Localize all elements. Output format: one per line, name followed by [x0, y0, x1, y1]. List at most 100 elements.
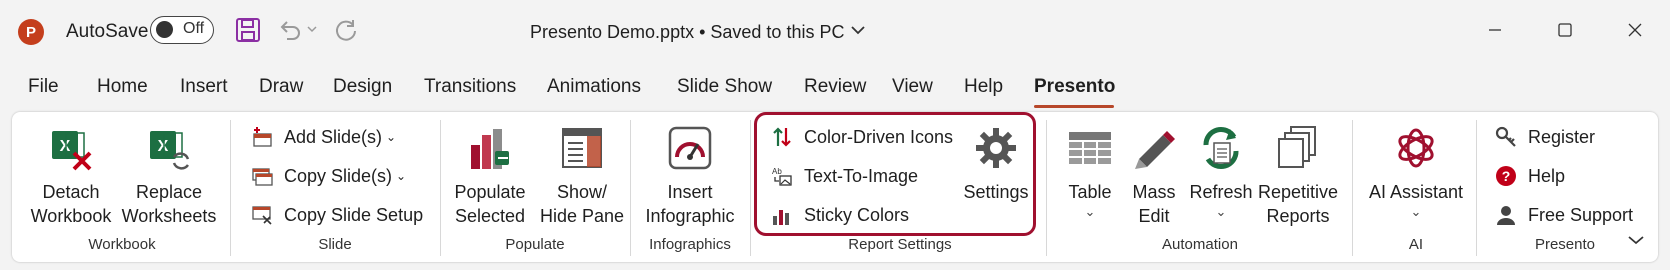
copy-slide-icon [250, 164, 274, 188]
tab-presento[interactable]: Presento [1034, 76, 1115, 98]
chevron-down-icon: ⌄ [1084, 204, 1096, 219]
replace-worksheets-button[interactable]: X Replace Worksheets [120, 124, 218, 228]
tab-draw[interactable]: Draw [259, 76, 303, 98]
pane-icon [558, 124, 606, 172]
copy-slides-button[interactable]: Copy Slide(s) ⌄ [250, 161, 406, 191]
color-driven-icons-label: Color-Driven Icons [804, 126, 954, 147]
group-separator [1352, 120, 1353, 256]
excel-detach-icon: X [47, 124, 95, 172]
group-label-populate: Populate [505, 236, 565, 253]
chevron-down-icon[interactable] [850, 22, 866, 38]
register-button[interactable]: Register [1494, 122, 1595, 152]
repetitive-label-1: Repetitive [1257, 182, 1339, 202]
tab-design[interactable]: Design [333, 76, 392, 98]
tab-transitions[interactable]: Transitions [424, 76, 516, 98]
table-button[interactable]: Table ⌄ [1058, 124, 1122, 220]
show-hide-label-2: Hide Pane [539, 206, 625, 226]
show-hide-label-1: Show/ [556, 182, 608, 202]
group-label-report-settings: Report Settings [848, 236, 952, 253]
tab-view[interactable]: View [892, 76, 933, 98]
autosave-toggle[interactable]: Off [150, 16, 214, 44]
autosave-label: AutoSave [66, 21, 149, 42]
refresh-button[interactable]: Refresh ⌄ [1186, 124, 1256, 220]
ai-assistant-label: AI Assistant [1368, 182, 1464, 202]
free-support-label: Free Support [1528, 204, 1634, 225]
group-label-workbook: Workbook [88, 236, 156, 253]
table-icon [1066, 124, 1114, 172]
group-separator [440, 120, 441, 256]
tab-file[interactable]: File [28, 76, 59, 98]
minimize-button[interactable] [1472, 10, 1518, 50]
excel-replace-icon: X [145, 124, 193, 172]
chevron-down-icon: ⌄ [386, 130, 397, 144]
undo-dropdown-icon[interactable] [306, 22, 318, 36]
group-separator [230, 120, 231, 256]
ai-assistant-button[interactable]: AI Assistant ⌄ [1364, 124, 1468, 220]
detach-workbook-button[interactable]: X Detach Workbook [28, 124, 114, 228]
document-title[interactable]: Presento Demo.pptx • Saved to this PC [530, 18, 844, 46]
collapse-ribbon-icon[interactable] [1628, 232, 1646, 246]
replace-label-1: Replace [135, 182, 203, 202]
chevron-down-icon: ⌄ [1410, 204, 1422, 219]
color-driven-icons-button[interactable]: Color-Driven Icons [770, 122, 953, 152]
tab-insert[interactable]: Insert [180, 76, 228, 98]
copy-setup-label: Copy Slide Setup [284, 204, 424, 225]
populate-label-1: Populate [454, 182, 526, 202]
add-slides-label: Add Slide(s) [284, 126, 383, 147]
svg-text:?: ? [1502, 168, 1511, 184]
support-person-icon [1494, 203, 1518, 227]
ai-knot-icon [1392, 124, 1440, 172]
mass-edit-label-2: Edit [1138, 206, 1170, 226]
tab-animations[interactable]: Animations [547, 76, 641, 98]
insert-infographic-button[interactable]: Insert Infographic [640, 124, 740, 228]
tab-home[interactable]: Home [97, 76, 148, 98]
mass-edit-button[interactable]: Mass Edit [1126, 124, 1182, 228]
up-down-arrows-icon [770, 125, 794, 149]
powerpoint-logo-icon: P [18, 19, 44, 45]
show-hide-pane-button[interactable]: Show/ Hide Pane [538, 124, 626, 228]
help-icon: ? [1494, 164, 1518, 188]
group-label-slide: Slide [318, 236, 352, 253]
copy-slides-label: Copy Slide(s) [284, 165, 393, 186]
free-support-button[interactable]: Free Support [1494, 200, 1633, 230]
refresh-label: Refresh [1189, 182, 1253, 202]
tab-help[interactable]: Help [964, 76, 1003, 98]
insert-infographic-label-1: Insert [667, 182, 713, 202]
add-slides-button[interactable]: Add Slide(s) ⌄ [250, 122, 396, 152]
group-label-automation: Automation [1162, 236, 1238, 253]
copy-setup-icon [250, 203, 274, 227]
group-label-infographics: Infographics [649, 236, 731, 253]
title-bar: P AutoSave Off Presento Demo.pptx • Save… [0, 0, 1670, 62]
populate-chart-icon [466, 124, 514, 172]
mass-edit-label-1: Mass [1132, 182, 1176, 202]
replace-label-2: Worksheets [121, 206, 217, 226]
undo-icon[interactable] [276, 16, 304, 44]
settings-label: Settings [963, 182, 1029, 202]
group-separator [1046, 120, 1047, 256]
help-label: Help [1528, 165, 1566, 186]
repetitive-reports-button[interactable]: Repetitive Reports [1258, 124, 1338, 228]
close-button[interactable] [1612, 10, 1658, 50]
register-label: Register [1528, 126, 1596, 147]
stacked-pages-icon [1274, 124, 1322, 172]
copy-slide-setup-button[interactable]: Copy Slide Setup [250, 200, 423, 230]
active-tab-indicator [1034, 105, 1114, 108]
help-button[interactable]: ? Help [1494, 161, 1565, 191]
maximize-button[interactable] [1542, 10, 1588, 50]
redo-icon[interactable] [332, 16, 360, 44]
svg-text:X: X [60, 138, 71, 155]
save-icon[interactable] [234, 16, 262, 44]
toggle-knob [156, 21, 173, 38]
tab-review[interactable]: Review [804, 76, 866, 98]
populate-selected-button[interactable]: Populate Selected [450, 124, 530, 228]
sticky-colors-button[interactable]: Sticky Colors [770, 200, 909, 230]
group-separator [750, 120, 751, 256]
text-to-image-button[interactable]: Ab Text-To-Image [770, 161, 918, 191]
autosave-state: Off [183, 20, 205, 37]
svg-text:X: X [158, 138, 169, 155]
tab-slide-show[interactable]: Slide Show [677, 76, 772, 98]
key-icon [1494, 125, 1518, 149]
settings-button[interactable]: Settings [958, 124, 1034, 204]
text-to-image-label: Text-To-Image [804, 165, 919, 186]
gauge-icon [666, 124, 714, 172]
